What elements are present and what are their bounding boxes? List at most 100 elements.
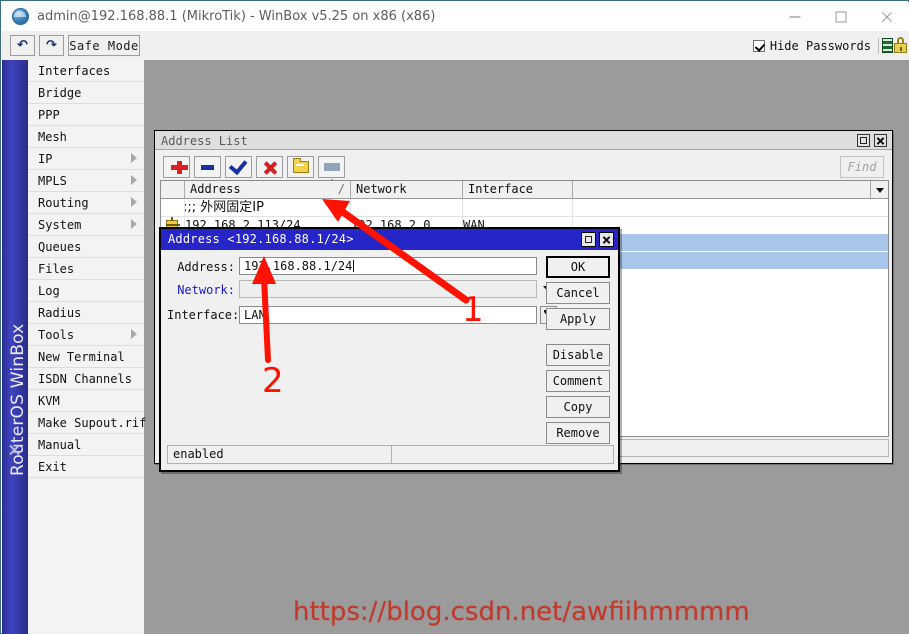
menu-item-radius[interactable]: Radius (28, 302, 144, 324)
menu-item-tools[interactable]: Tools (28, 324, 144, 346)
menu-label: MPLS (38, 174, 67, 188)
column-chooser-button[interactable] (870, 181, 888, 198)
add-icon (166, 157, 188, 178)
address-list-maximize-button[interactable] (857, 134, 870, 147)
maximize-icon (585, 236, 592, 243)
menu-item-ppp[interactable]: PPP (28, 104, 144, 126)
safe-mode-button[interactable]: Safe Mode (68, 35, 140, 56)
redo-icon: ↷ (46, 38, 57, 53)
find-input[interactable]: Find (840, 156, 884, 178)
address-list-close-button[interactable] (874, 134, 887, 147)
menu-item-queues[interactable]: Queues (28, 236, 144, 258)
interface-field[interactable]: LAN (239, 306, 537, 324)
maximize-button[interactable] (818, 3, 864, 31)
chevron-right-icon (131, 197, 137, 207)
menu-item-ip[interactable]: IP (28, 148, 144, 170)
strip-close-icon[interactable] (8, 443, 21, 456)
routeros-side-strip: RouterOS WinBox (2, 60, 28, 634)
comment-text: ;;; 外网固定IP (183, 200, 264, 215)
apply-button[interactable]: Apply (546, 308, 610, 330)
column-header-flag[interactable] (161, 181, 185, 198)
close-button[interactable] (864, 3, 909, 31)
comment-button[interactable] (287, 156, 314, 178)
menu-label: Manual (38, 438, 82, 452)
disable-button[interactable] (256, 156, 283, 178)
maximize-icon (860, 137, 867, 144)
menu-item-new-terminal[interactable]: New Terminal (28, 346, 144, 368)
add-button[interactable] (163, 156, 190, 178)
app-root: admin@192.168.88.1 (MikroTik) - WinBox v… (0, 0, 909, 634)
menu-item-kvm[interactable]: KVM (28, 390, 144, 412)
address-field[interactable]: 192.168.88.1/24 (239, 257, 537, 275)
menu-item-routing[interactable]: Routing (28, 192, 144, 214)
menu-item-manual[interactable]: Manual (28, 434, 144, 456)
remove-button[interactable]: Remove (546, 422, 610, 444)
menu-item-system[interactable]: System (28, 214, 144, 236)
table-row-comment[interactable]: ;;; 外网固定IP (161, 199, 888, 217)
hide-passwords-checkbox[interactable] (752, 40, 765, 52)
enable-button[interactable] (225, 155, 252, 178)
menu-item-isdn-channels[interactable]: ISDN Channels (28, 368, 144, 390)
disable-button[interactable]: Disable (546, 344, 610, 366)
window-title: admin@192.168.88.1 (MikroTik) - WinBox v… (37, 9, 436, 24)
annotation-number-1: 1 (462, 290, 484, 330)
comment-button[interactable]: Comment (546, 370, 610, 392)
dialog-maximize-button[interactable] (581, 232, 596, 247)
memory-icon (882, 38, 893, 53)
chevron-right-icon (131, 175, 137, 185)
column-header-interface[interactable]: Interface (463, 181, 573, 198)
column-header-network[interactable]: Network (351, 181, 463, 198)
ok-button[interactable]: OK (546, 256, 610, 278)
menu-item-mpls[interactable]: MPLS (28, 170, 144, 192)
dialog-status-text: enabled (168, 446, 392, 463)
menu-item-exit[interactable]: Exit (28, 456, 144, 478)
menu-label: Make Supout.rif (38, 416, 147, 430)
menu-label: Mesh (38, 130, 67, 144)
minimize-button[interactable] (772, 3, 818, 31)
menu-label: Files (38, 262, 75, 276)
menu-item-make-supout[interactable]: Make Supout.rif (28, 412, 147, 434)
hide-passwords-label: Hide Passwords (769, 39, 871, 53)
window-titlebar: admin@192.168.88.1 (MikroTik) - WinBox v… (2, 2, 909, 31)
minimize-icon (789, 16, 801, 18)
desktop-area: RouterOS WinBox Interfaces Bridge PPP Me… (2, 60, 909, 634)
network-field[interactable] (239, 280, 537, 298)
menu-label: System (38, 218, 82, 232)
remove-button[interactable] (194, 156, 221, 178)
menu-item-log[interactable]: Log (28, 280, 144, 302)
x-icon (257, 157, 282, 177)
dialog-close-button[interactable] (599, 232, 614, 247)
table-header-row: Address Network Interface (161, 181, 888, 199)
main-menu: Interfaces Bridge PPP Mesh IP MPLS Routi… (28, 60, 147, 634)
undo-button[interactable]: ↶ (10, 35, 35, 56)
menu-label: IP (38, 152, 53, 166)
menu-item-interfaces[interactable]: Interfaces (28, 60, 144, 82)
menu-label: KVM (38, 394, 60, 408)
column-header-spacer (573, 181, 870, 198)
menu-label: Radius (38, 306, 82, 320)
close-icon (881, 11, 894, 24)
filter-button[interactable] (318, 156, 345, 186)
menu-item-files[interactable]: Files (28, 258, 144, 280)
hide-passwords-toggle[interactable]: Hide Passwords (752, 37, 871, 55)
redo-button[interactable]: ↷ (39, 35, 64, 56)
column-header-address[interactable]: Address (185, 181, 351, 198)
interface-field-value: LAN (244, 308, 266, 322)
menu-label: Bridge (38, 86, 82, 100)
copy-button[interactable]: Copy (546, 396, 610, 418)
menu-label: Routing (38, 196, 89, 210)
close-icon (876, 136, 885, 145)
address-list-toolbar: Find (155, 150, 892, 186)
menu-label: New Terminal (38, 350, 125, 364)
menu-item-bridge[interactable]: Bridge (28, 82, 144, 104)
toolbar-divider (878, 38, 879, 54)
menu-item-mesh[interactable]: Mesh (28, 126, 144, 148)
main-window: admin@192.168.88.1 (MikroTik) - WinBox v… (0, 0, 909, 634)
chevron-right-icon (131, 329, 137, 339)
network-field-label: Network: (177, 283, 235, 297)
menu-label: Tools (38, 328, 75, 342)
menu-label: Log (38, 284, 60, 298)
address-field-label: Address: (177, 260, 235, 274)
cancel-button[interactable]: Cancel (546, 282, 610, 304)
check-icon (228, 155, 247, 175)
